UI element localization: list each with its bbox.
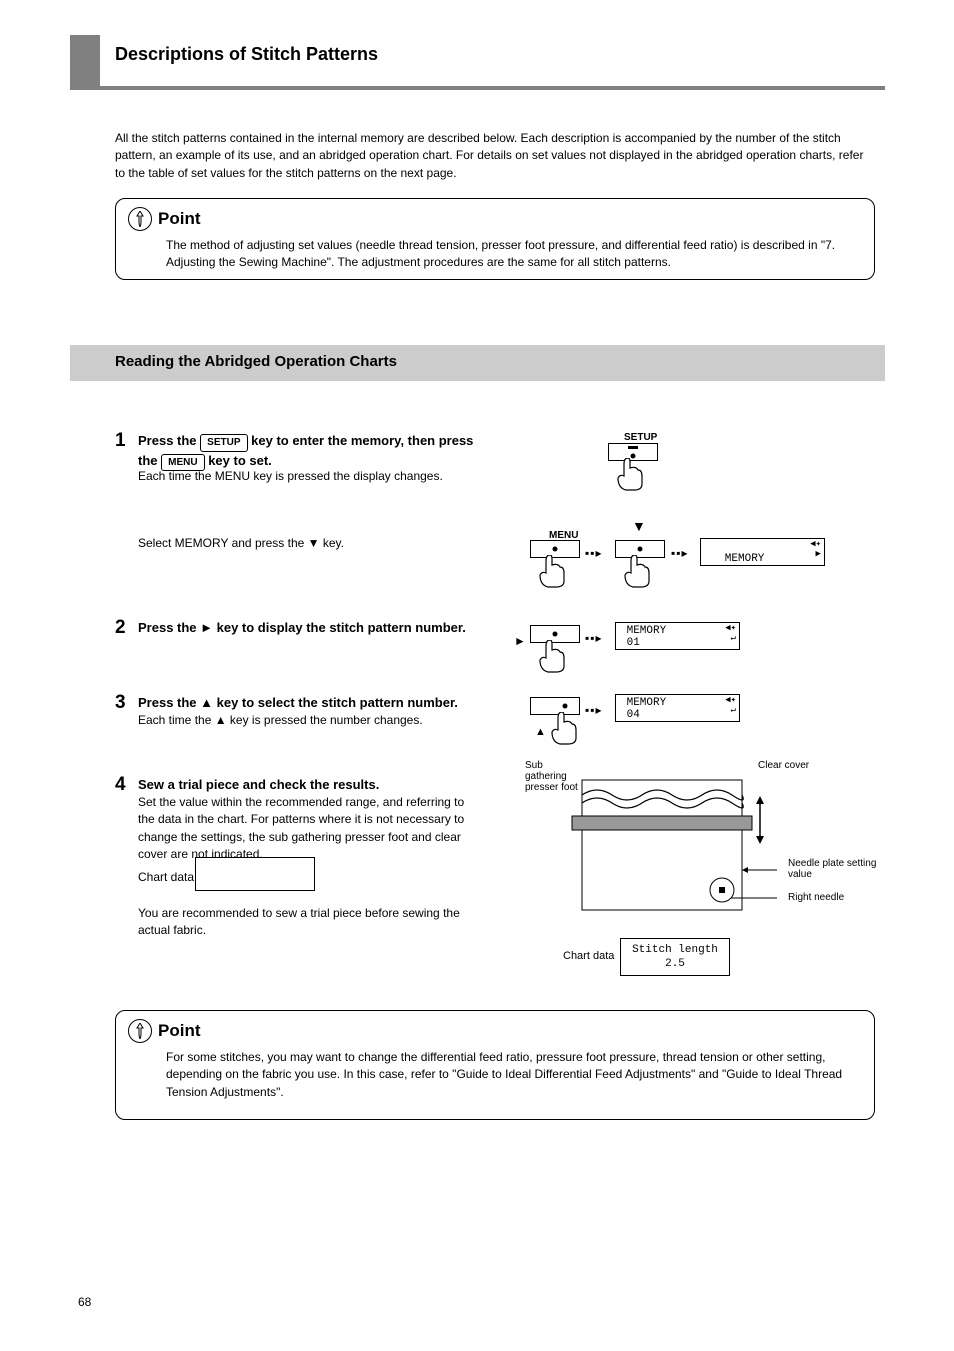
hand-icon xyxy=(538,555,574,589)
hand-icon xyxy=(623,555,659,589)
step-number-4: 4 xyxy=(115,774,126,796)
fabric-diagram xyxy=(562,770,792,935)
dash-arrow-icon: ▪▪▸ xyxy=(585,631,603,645)
step-number-1: 1 xyxy=(115,430,126,452)
step-3-heading: Press the ▲ key to select the stitch pat… xyxy=(138,694,478,712)
step-1-body: Each time the MENU key is pressed the di… xyxy=(138,468,478,485)
lcd-arrows: ◀✦ ↵ xyxy=(725,624,736,644)
clear-cover-label: Clear cover xyxy=(758,760,809,771)
step-4-heading: Sew a trial piece and check the results. xyxy=(138,776,478,794)
step-number-3: 3 xyxy=(115,692,126,714)
intro-paragraph: All the stitch patterns contained in the… xyxy=(115,130,875,182)
step-3-body: Each time the ▲ key is pressed the numbe… xyxy=(138,712,478,729)
hand-icon xyxy=(616,458,652,492)
chart-data-label-right: Chart data xyxy=(563,950,614,962)
lcd-line1: MEMORY xyxy=(718,553,764,565)
header-rule xyxy=(100,86,885,90)
lcd-pattern-04: MEMORY 04◀✦ ↵ xyxy=(615,694,740,722)
down-arrow-icon: ▼ xyxy=(632,518,646,534)
up-button-diagram xyxy=(530,697,580,715)
pen-icon xyxy=(128,207,152,231)
point-label: Point xyxy=(158,209,201,229)
setup-button-diagram xyxy=(608,443,658,461)
up-arrow-icon: ▲ xyxy=(535,726,546,738)
step-4-body-a: Set the value within the recommended ran… xyxy=(138,794,478,864)
step-1-text-a: Press the xyxy=(138,433,197,448)
pen-icon xyxy=(128,1019,152,1043)
page-number: 68 xyxy=(78,1295,91,1309)
lcd-memory: MEMORY ◀✦ ▶ xyxy=(700,538,825,566)
page-title: Descriptions of Stitch Patterns xyxy=(115,44,378,65)
right-arrow-icon: ► xyxy=(514,634,526,648)
step-1-body-b: Select MEMORY and press the ▼ key. xyxy=(138,535,478,552)
needle-plate-label: Needle plate setting value xyxy=(788,858,878,880)
right-needle-label: Right needle xyxy=(788,892,844,903)
setup-label: SETUP xyxy=(624,432,657,443)
header-accent-bar xyxy=(70,35,100,90)
dash-arrow-icon: ▪▪▸ xyxy=(585,546,603,560)
section-heading: Reading the Abridged Operation Charts xyxy=(115,353,397,370)
sub-gathering-label: Sub gathering presser foot xyxy=(525,760,580,793)
dash-arrow-icon: ▪▪▸ xyxy=(671,546,689,560)
hand-icon xyxy=(550,712,586,746)
right-button-diagram xyxy=(530,625,580,643)
chart-data-line2: 2.5 xyxy=(621,957,729,971)
chart-data-line1: Stitch length xyxy=(621,943,729,957)
menu-button-diagram xyxy=(530,540,580,558)
point-body-2: For some stitches, you may want to chang… xyxy=(116,1043,874,1113)
point-label: Point xyxy=(158,1021,201,1041)
hand-icon xyxy=(538,640,574,674)
point-callout-2: Point For some stitches, you may want to… xyxy=(115,1010,875,1120)
point-callout-1: Point The method of adjusting set values… xyxy=(115,198,875,280)
chart-data-badge-left xyxy=(195,857,315,891)
lcd-pattern-01: MEMORY 01◀✦ ↵ xyxy=(615,622,740,650)
step-1-text-c: the xyxy=(138,453,158,468)
step-4-body-b: You are recommended to sew a trial piece… xyxy=(138,905,478,940)
step-1-heading: Press the SETUP key to enter the memory,… xyxy=(138,432,478,471)
chart-data-example-box: Stitch length 2.5 xyxy=(620,938,730,976)
step-number-2: 2 xyxy=(115,617,126,639)
chart-data-label-left: Chart data xyxy=(138,870,194,884)
lcd-arrows: ◀✦ ↵ xyxy=(725,696,736,716)
down-button-diagram xyxy=(615,540,665,558)
point-body-1: The method of adjusting set values (need… xyxy=(116,231,874,284)
dash-arrow-icon: ▪▪▸ xyxy=(585,703,603,717)
step-2-heading: Press the ► key to display the stitch pa… xyxy=(138,619,478,637)
step-1-text-b: key to enter the memory, then press xyxy=(251,433,473,448)
step-1-text-d: key to set. xyxy=(208,453,272,468)
setup-key-badge: SETUP xyxy=(200,434,247,452)
lcd-arrows: ◀✦ ▶ xyxy=(810,540,821,560)
